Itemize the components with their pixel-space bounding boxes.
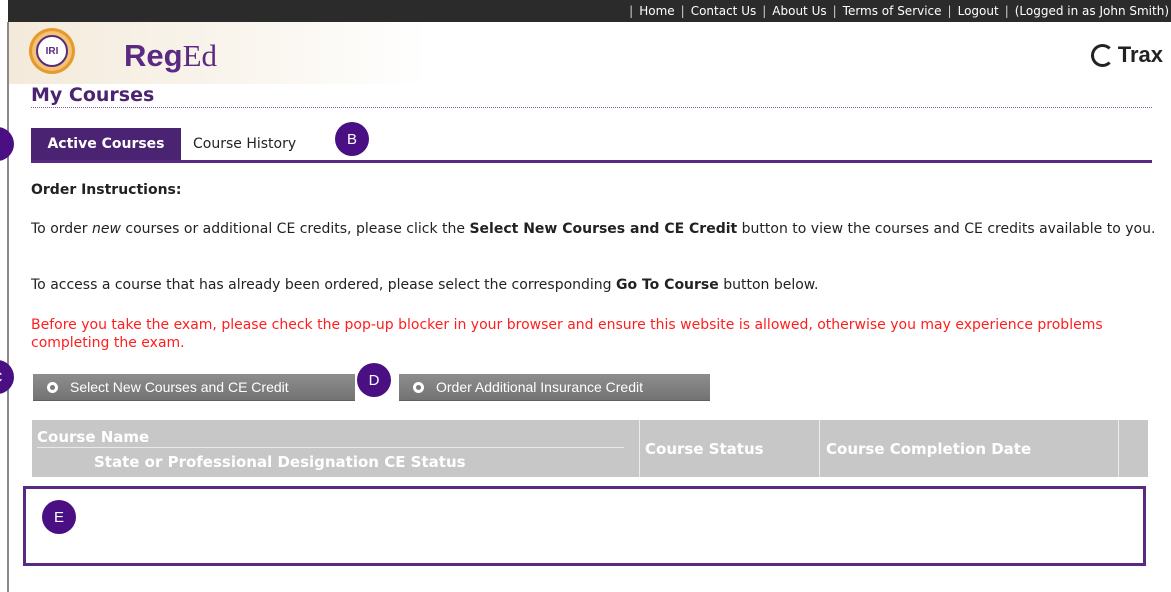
instruction-strong: Go To Course bbox=[616, 277, 719, 293]
nav-separator: | bbox=[629, 4, 634, 18]
instruction-emphasis: new bbox=[91, 221, 121, 237]
callout-a-marker bbox=[0, 127, 14, 161]
instruction-text: button to view the courses and CE credit… bbox=[737, 221, 1156, 237]
instruction-text: button below. bbox=[718, 277, 819, 293]
left-border-rule bbox=[7, 22, 9, 592]
nav-logout-link[interactable]: Logout bbox=[958, 4, 999, 18]
reged-logo-light: Ed bbox=[182, 38, 218, 73]
instruction-text: To access a course that has already been… bbox=[31, 277, 616, 293]
column-header-rule bbox=[37, 447, 624, 448]
top-navigation-bar: | Home | Contact Us | About Us | Terms o… bbox=[8, 0, 1171, 22]
nav-terms-link[interactable]: Terms of Service bbox=[843, 4, 942, 18]
nav-about-link[interactable]: About Us bbox=[772, 4, 826, 18]
select-new-courses-button[interactable]: Select New Courses and CE Credit bbox=[33, 374, 355, 401]
order-insurance-credit-label: Order Additional Insurance Credit bbox=[436, 379, 643, 395]
tab-course-history[interactable]: Course History bbox=[193, 128, 333, 160]
callout-e-marker: E bbox=[42, 500, 76, 534]
site-header: IRI RegEd Trax bbox=[9, 22, 1171, 84]
column-course-status[interactable]: Course Status bbox=[640, 420, 820, 477]
trax-logo-text: Trax bbox=[1117, 42, 1163, 67]
reged-logo: RegEd bbox=[124, 40, 217, 71]
title-divider bbox=[31, 107, 1152, 108]
instruction-paragraph-new-courses: To order new courses or additional CE cr… bbox=[31, 220, 1156, 238]
nav-home-link[interactable]: Home bbox=[639, 4, 674, 18]
order-instructions-heading: Order Instructions: bbox=[31, 182, 182, 198]
plus-circle-icon bbox=[47, 381, 58, 393]
courses-table-body bbox=[23, 486, 1146, 566]
logged-in-status: (Logged in as John Smith) bbox=[1014, 4, 1169, 18]
page-title: My Courses bbox=[31, 84, 155, 106]
course-tabs: Active Courses Course History bbox=[31, 128, 1152, 163]
trax-logo-icon bbox=[1090, 43, 1114, 67]
reged-logo-bold: Reg bbox=[124, 38, 183, 73]
column-actions bbox=[1120, 420, 1148, 477]
nav-separator: | bbox=[1004, 4, 1009, 18]
callout-b-marker: B bbox=[335, 122, 369, 156]
nav-contact-link[interactable]: Contact Us bbox=[691, 4, 757, 18]
nav-separator: | bbox=[947, 4, 952, 18]
order-insurance-credit-button[interactable]: Order Additional Insurance Credit bbox=[399, 374, 710, 401]
popup-blocker-warning: Before you take the exam, please check t… bbox=[31, 317, 1103, 351]
select-new-courses-label: Select New Courses and CE Credit bbox=[70, 379, 289, 395]
plus-circle-icon bbox=[413, 381, 424, 393]
iri-seal-text: IRI bbox=[36, 35, 68, 67]
instruction-text: To order bbox=[31, 221, 92, 237]
callout-c-marker: C bbox=[0, 360, 14, 394]
nav-separator: | bbox=[832, 4, 837, 18]
instruction-paragraph-go-to-course: To access a course that has already been… bbox=[31, 276, 1156, 294]
nav-separator: | bbox=[680, 4, 685, 18]
instruction-text: courses or additional CE credits, please… bbox=[120, 221, 470, 237]
courses-table-header: Course Name State or Professional Design… bbox=[32, 420, 1148, 477]
tab-active-courses[interactable]: Active Courses bbox=[31, 128, 181, 160]
column-course-name-label: Course Name bbox=[37, 428, 150, 446]
callout-d-marker: D bbox=[357, 363, 391, 397]
instruction-strong: Select New Courses and CE Credit bbox=[469, 221, 738, 237]
iri-seal-logo: IRI bbox=[29, 28, 75, 74]
column-ce-status-label: State or Professional Designation CE Sta… bbox=[94, 453, 466, 471]
nav-separator: | bbox=[762, 4, 767, 18]
column-course-name[interactable]: Course Name State or Professional Design… bbox=[32, 420, 640, 477]
trax-logo: Trax bbox=[1090, 42, 1163, 68]
column-completion-date[interactable]: Course Completion Date bbox=[821, 420, 1119, 477]
